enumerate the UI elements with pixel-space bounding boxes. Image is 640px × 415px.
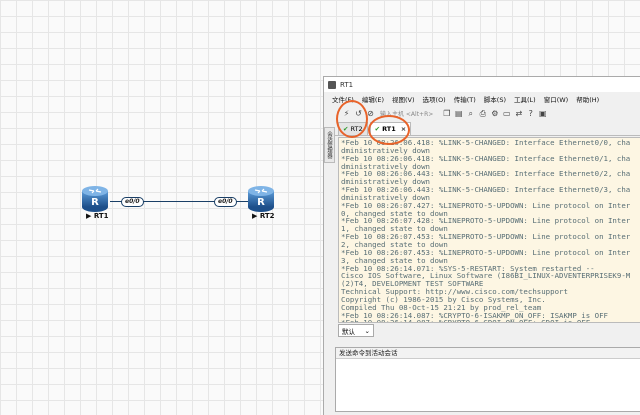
router-rt2-glyph: R <box>257 197 265 208</box>
router-rt1-icon[interactable]: R <box>80 183 110 213</box>
menu-help[interactable]: 帮助(H) <box>576 94 599 104</box>
paste-icon[interactable]: ▤ <box>454 109 463 118</box>
menu-view[interactable]: 视图(V) <box>392 94 415 104</box>
menu-bar: 文件(F) 编辑(E) 视图(V) 选项(O) 传输(T) 脚本(S) 工具(L… <box>324 92 640 106</box>
help-icon[interactable]: ? <box>526 109 535 118</box>
router-rt2-label: ▶ RT2 <box>252 212 275 220</box>
send-command-header: 发送命令到活动会话 <box>336 348 640 359</box>
highlight-circle-tab <box>368 115 410 145</box>
sftp-icon[interactable]: ⇄ <box>514 109 523 118</box>
menu-window[interactable]: 窗口(W) <box>544 94 569 104</box>
screen-icon[interactable]: ▣ <box>538 109 547 118</box>
menu-transfer[interactable]: 传输(T) <box>454 94 476 104</box>
highlight-circle-toolbar <box>336 100 368 138</box>
router-rt1-glyph: R <box>91 197 99 208</box>
copy-icon[interactable]: ❐ <box>442 109 451 118</box>
router-rt1-label: ▶ RT1 <box>86 212 109 220</box>
router-rt2-icon[interactable]: R <box>246 183 276 213</box>
terminal-output[interactable]: *Feb 10 08:26:06.418: %LINK-5-CHANGED: I… <box>338 137 640 323</box>
keymap-icon[interactable]: ▭ <box>502 109 511 118</box>
window-title: RT1 <box>340 80 354 89</box>
select-value: 默认 <box>342 327 355 336</box>
menu-script[interactable]: 脚本(S) <box>484 94 506 104</box>
window-titlebar[interactable]: RT1 <box>324 77 640 92</box>
rt1-interface-label: e0/0 <box>121 197 144 207</box>
send-command-pane[interactable]: 发送命令到活动会话 <box>335 347 640 412</box>
print-icon[interactable]: ⎙ <box>478 109 487 118</box>
session-manager-sidetab[interactable]: 会话管理器 <box>324 127 335 163</box>
chevron-down-icon: ⌄ <box>364 326 370 335</box>
rt2-interface-label: e0/0 <box>214 197 237 207</box>
toolbar: ⚡ ↺ ⊘ 输入主机 <Alt+R> ❐ ▤ ⌕ ⎙ ⚙ ▭ ⇄ ? ▣ <box>324 106 640 121</box>
menu-edit[interactable]: 编辑(E) <box>362 94 384 104</box>
terminal-text: *Feb 10 08:26:06.418: %LINK-5-CHANGED: I… <box>341 138 631 323</box>
app-icon <box>328 80 336 89</box>
find-icon[interactable]: ⌕ <box>466 109 475 118</box>
command-target-select[interactable]: 默认 ⌄ <box>338 324 374 337</box>
settings-icon[interactable]: ⚙ <box>490 109 499 118</box>
menu-options[interactable]: 选项(O) <box>423 94 446 104</box>
menu-tools[interactable]: 工具(L) <box>514 94 536 104</box>
